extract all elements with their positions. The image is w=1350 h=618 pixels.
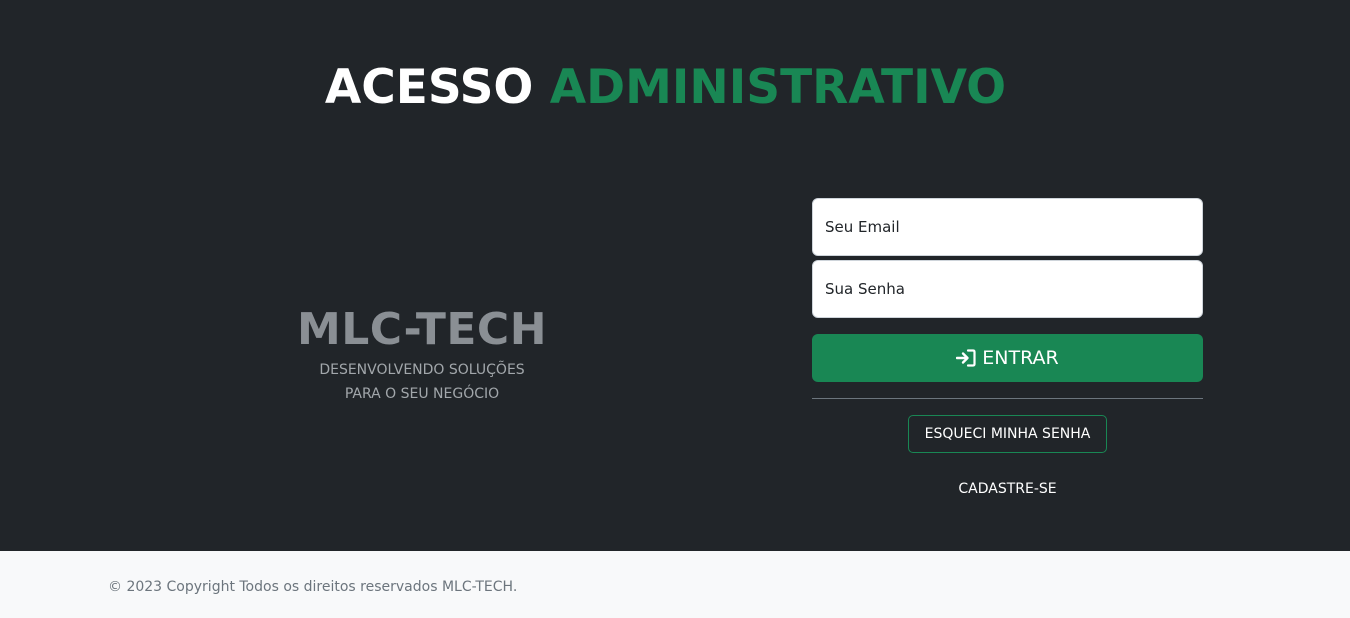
brand-tagline: DESENVOLVENDO SOLUÇÕES PARA O SEU NEGÓCI…: [262, 358, 582, 406]
password-field-wrapper: [812, 260, 1203, 318]
brand-block: MLC-TECH DESENVOLVENDO SOLUÇÕES PARA O S…: [262, 304, 582, 406]
brand-tagline-line1: DESENVOLVENDO SOLUÇÕES: [319, 362, 525, 378]
sign-in-icon: [956, 349, 976, 367]
email-input[interactable]: [825, 199, 1202, 255]
signup-link[interactable]: CADASTRE-SE: [908, 478, 1107, 500]
email-field-wrapper: [812, 198, 1203, 256]
forgot-password-label: ESQUECI MINHA SENHA: [924, 426, 1091, 442]
enter-button[interactable]: ENTRAR: [812, 334, 1203, 382]
page-title-part2: ADMINISTRATIVO: [549, 60, 1007, 115]
copyright-text: © 2023 Copyright Todos os direitos reser…: [108, 579, 518, 595]
page-title-part1: ACESSO: [324, 60, 534, 115]
brand-name: MLC-TECH: [296, 304, 548, 355]
enter-button-label: ENTRAR: [982, 347, 1059, 369]
page-title: ACESSO ADMINISTRATIVO: [0, 58, 1331, 118]
password-input[interactable]: [825, 261, 1202, 317]
footer: © 2023 Copyright Todos os direitos reser…: [0, 551, 1350, 618]
main-section: ACESSO ADMINISTRATIVO MLC-TECH DESENVOLV…: [0, 0, 1350, 551]
forgot-password-button[interactable]: ESQUECI MINHA SENHA: [908, 415, 1107, 453]
form-divider: [812, 398, 1203, 399]
brand-tagline-line2: PARA O SEU NEGÓCIO: [344, 386, 500, 402]
